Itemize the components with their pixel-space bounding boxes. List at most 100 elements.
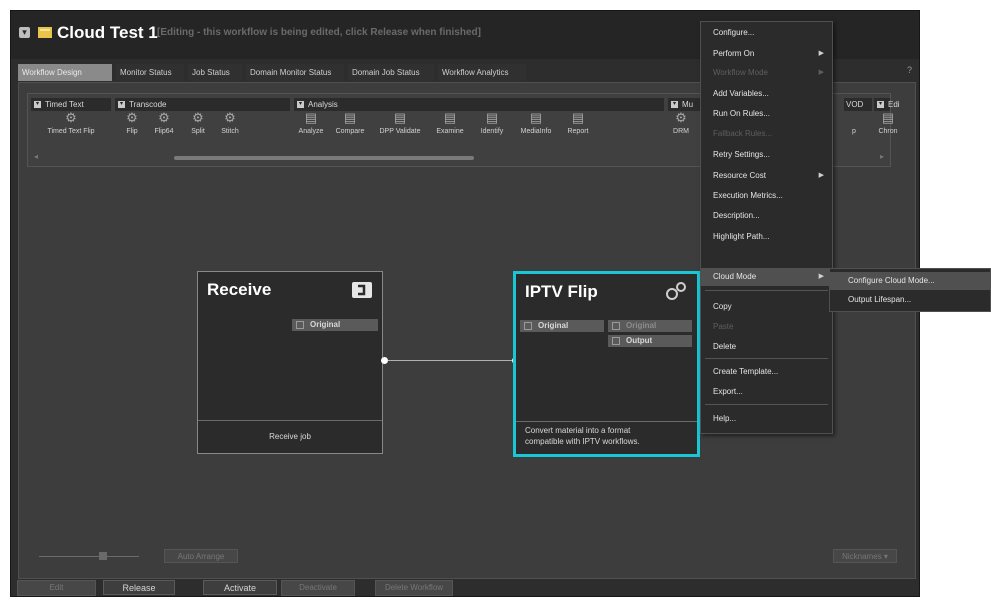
node-footer: Receive job [198, 420, 382, 453]
tool-flip[interactable]: ⚙ Flip [118, 111, 146, 136]
menu-item-copy[interactable]: Copy [701, 298, 832, 316]
workflow-status: [Editing - this workflow is being edited… [157, 27, 481, 38]
file-icon [612, 337, 620, 345]
tab-domain-job-status[interactable]: Domain Job Status [348, 64, 434, 81]
release-button[interactable]: Release [103, 580, 175, 595]
menu-item-resource-cost[interactable]: Resource Cost ▶ [701, 167, 832, 185]
collapse-icon[interactable]: ▾ [118, 101, 125, 108]
menu-item-help[interactable]: Help... [701, 410, 832, 428]
help-icon[interactable]: ? [907, 65, 912, 75]
menu-item-paste[interactable]: Paste [701, 318, 832, 336]
node-footer: Convert material into a format compatibl… [516, 421, 697, 454]
tool-label: Timed Text Flip [47, 128, 95, 135]
menu-item-fallback-rules[interactable]: Fallback Rules... [701, 125, 832, 143]
tool-label: Flip [126, 128, 138, 135]
iptv-flip-node[interactable]: IPTV Flip Original Original Output Conve… [513, 271, 700, 457]
menu-item-label: Create Template... [713, 367, 779, 376]
group-label: Timed Text [45, 100, 84, 109]
menu-item-export[interactable]: Export... [701, 383, 832, 401]
nicknames-toggle[interactable]: Nicknames ▾ [833, 549, 897, 563]
package-icon [846, 111, 862, 125]
examine-icon: ▤ [443, 110, 457, 125]
group-header[interactable]: VOD [844, 98, 872, 111]
node-description: Convert material into a format [525, 426, 631, 435]
auto-arrange-button[interactable]: Auto Arrange [164, 549, 238, 563]
input-port-original[interactable]: Original [520, 320, 604, 332]
port-label: Original [310, 320, 341, 329]
output-port-original[interactable]: Original [608, 320, 692, 332]
tool-timed-text-flip[interactable]: ⚙ Timed Text Flip [32, 111, 110, 136]
edit-button[interactable]: Edit [17, 580, 96, 596]
tool-split[interactable]: ⚙ Split [184, 110, 212, 136]
file-icon [612, 322, 620, 330]
tool-identify[interactable]: ▤ Identify [472, 111, 512, 136]
delete-workflow-button[interactable]: Delete Workflow [375, 580, 453, 596]
scroll-right-icon[interactable]: ▸ [880, 152, 884, 161]
group-label: Transcode [129, 100, 167, 109]
receive-node[interactable]: Receive Original Receive job [197, 271, 383, 454]
report-icon: ▤ [571, 110, 585, 125]
submenu-item-configure-cloud-mode[interactable]: Configure Cloud Mode... [830, 272, 990, 290]
menu-item-retry-settings[interactable]: Retry Settings... [701, 146, 832, 164]
stitch-icon: ⚙ [224, 110, 236, 125]
collapse-icon[interactable]: ▾ [877, 101, 884, 108]
connection-line[interactable] [388, 360, 516, 361]
tool-report[interactable]: ▤ Report [560, 110, 596, 136]
tool-label: Flip64 [154, 128, 174, 135]
collapse-icon[interactable]: ▾ [671, 101, 678, 108]
menu-item-label: Execution Metrics... [713, 191, 783, 200]
tab-workflow-analytics[interactable]: Workflow Analytics [438, 64, 526, 81]
port-label: Original [538, 321, 569, 330]
menu-item-label: Copy [713, 302, 732, 311]
menu-item-label: Paste [713, 322, 734, 331]
gears-icon: ⚙ [158, 110, 170, 125]
tab-job-status[interactable]: Job Status [188, 64, 242, 81]
collapse-icon[interactable]: ▾ [297, 101, 304, 108]
tool-stitch[interactable]: ⚙ Stitch [214, 110, 246, 136]
tool-chronicle[interactable]: ▤ Chron [874, 111, 902, 136]
output-port-output[interactable]: Output [608, 335, 692, 347]
toolbox-scrollbar[interactable] [174, 156, 474, 160]
tool-drm[interactable]: ⚙ DRM [668, 111, 694, 136]
tool-label: DRM [673, 128, 689, 135]
menu-item-description[interactable]: Description... [701, 207, 832, 225]
output-port-original[interactable]: Original [292, 319, 378, 331]
submenu-item-output-lifespan[interactable]: Output Lifespan... [830, 291, 990, 309]
group-label: Analysis [308, 100, 338, 109]
menu-item-highlight-path[interactable]: Highlight Path... [701, 228, 832, 246]
deactivate-button[interactable]: Deactivate [281, 580, 355, 596]
collapse-icon[interactable]: ▾ [34, 101, 41, 108]
output-connector-dot[interactable] [381, 357, 388, 364]
menu-item-run-on-rules[interactable]: Run On Rules... [701, 105, 832, 123]
tab-workflow-design[interactable]: Workflow Design [18, 64, 112, 81]
context-menu: Configure... Perform On ▶ Workflow Mode ▶ … [700, 21, 833, 434]
menu-item-cloud-mode[interactable]: Cloud Mode ▶ [701, 268, 832, 286]
menu-item-create-template[interactable]: Create Template... [701, 363, 832, 381]
tool-label: Chron [878, 128, 898, 135]
menu-item-execution-metrics[interactable]: Execution Metrics... [701, 187, 832, 205]
menu-item-perform-on[interactable]: Perform On ▶ [701, 45, 832, 63]
tool-dpp-validate[interactable]: ▤ DPP Validate [372, 111, 428, 136]
scroll-left-icon[interactable]: ◂ [34, 152, 38, 161]
tool-flip64[interactable]: ⚙ Flip64 [148, 110, 180, 136]
tool-examine[interactable]: ▤ Examine [430, 110, 470, 136]
menu-item-delete[interactable]: Delete [701, 338, 832, 356]
tool-label: Identify [480, 128, 504, 135]
zoom-slider-track[interactable] [39, 556, 139, 557]
tool-vod-package[interactable]: p [844, 111, 864, 135]
tab-domain-monitor-status[interactable]: Domain Monitor Status [246, 64, 344, 81]
menu-item-configure[interactable]: Configure... [701, 24, 832, 42]
activate-button[interactable]: Activate [203, 580, 277, 595]
collapse-button[interactable]: ▾ [19, 27, 30, 38]
menu-item-label: Delete [713, 342, 737, 351]
menu-item-label: Export... [713, 387, 743, 396]
workflow-title: Cloud Test 1 [57, 23, 158, 42]
zoom-slider-thumb[interactable] [99, 552, 107, 560]
tool-mediainfo[interactable]: ▤ MediaInfo [514, 111, 558, 136]
tab-monitor-status[interactable]: Monitor Status [116, 64, 184, 81]
tool-compare[interactable]: ▤ Compare [330, 111, 370, 136]
menu-item-workflow-mode[interactable]: Workflow Mode ▶ [701, 64, 832, 82]
split-icon: ⚙ [192, 110, 204, 125]
tool-analyze[interactable]: ▤ Analyze [294, 111, 328, 136]
menu-item-add-variables[interactable]: Add Variables... [701, 85, 832, 103]
